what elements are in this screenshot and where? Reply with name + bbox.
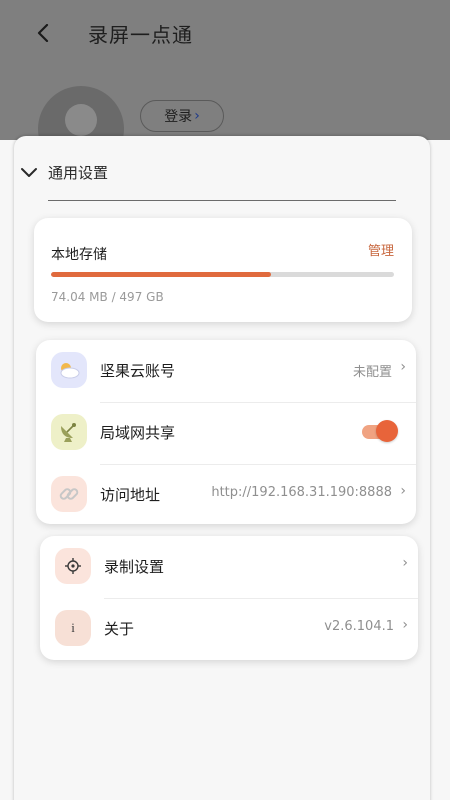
settings-row-about[interactable]: i 关于 v2.6.104.1 › [40, 598, 418, 660]
row-label: 局域网共享 [100, 424, 176, 442]
storage-progress-bar [51, 272, 394, 277]
row-label: 关于 [104, 620, 135, 638]
avatar-head-shape [65, 104, 97, 136]
more-settings-card: 录制设置 › i 关于 v2.6.104.1 › [40, 536, 418, 660]
chevron-right-icon: › [402, 555, 408, 571]
cloud-sun-icon [51, 352, 87, 388]
settings-row-recording[interactable]: 录制设置 › [40, 536, 418, 598]
login-button[interactable]: 登录 › [140, 100, 224, 132]
back-button[interactable] [28, 18, 58, 48]
page-title: 录屏一点通 [88, 23, 193, 47]
chevron-right-icon: › [194, 108, 200, 124]
row-value: v2.6.104.1 [324, 619, 394, 634]
section-title: 通用设置 [48, 164, 109, 182]
chevron-down-icon [21, 167, 37, 177]
row-label: 录制设置 [104, 558, 165, 576]
general-settings-header[interactable]: 通用设置 [20, 162, 108, 183]
chevron-right-icon: › [400, 359, 406, 375]
row-value: http://192.168.31.190:8888 [211, 485, 392, 500]
login-label: 登录 [164, 109, 193, 125]
storage-card: 本地存储 管理 74.04 MB / 497 GB [34, 218, 412, 322]
settings-row-jianguoyun[interactable]: 坚果云账号 未配置 › [36, 340, 416, 402]
row-label: 访问地址 [100, 486, 161, 504]
settings-row-access-address[interactable]: 访问地址 http://192.168.31.190:8888 › [36, 464, 416, 526]
info-icon: i [55, 610, 91, 646]
toggle-knob [376, 420, 398, 442]
chevron-right-icon: › [400, 483, 406, 499]
settings-screen: 录屏一点通 登录 › 通用设置 本地存储 管理 74.04 MB / 497 G… [0, 0, 450, 800]
gear-icon [55, 548, 91, 584]
settings-row-lan-share[interactable]: 局域网共享 [36, 402, 416, 464]
storage-progress-fill [51, 272, 271, 277]
account-settings-card: 坚果云账号 未配置 › 局域网共享 访问地址 http://192.168.31… [36, 340, 416, 524]
storage-usage-text: 74.04 MB / 497 GB [51, 290, 164, 304]
link-icon [51, 476, 87, 512]
back-arrow-icon [37, 24, 49, 42]
settings-sheet: 通用设置 本地存储 管理 74.04 MB / 497 GB 坚果云账号 未配置… [14, 136, 430, 800]
row-label: 坚果云账号 [100, 362, 176, 380]
row-value: 未配置 [352, 365, 392, 380]
storage-label: 本地存储 [51, 247, 107, 263]
manage-link[interactable]: 管理 [368, 240, 394, 259]
lan-share-toggle[interactable] [362, 420, 398, 442]
chevron-right-icon: › [402, 617, 408, 633]
satellite-dish-icon [51, 414, 87, 450]
section-divider [48, 200, 396, 201]
